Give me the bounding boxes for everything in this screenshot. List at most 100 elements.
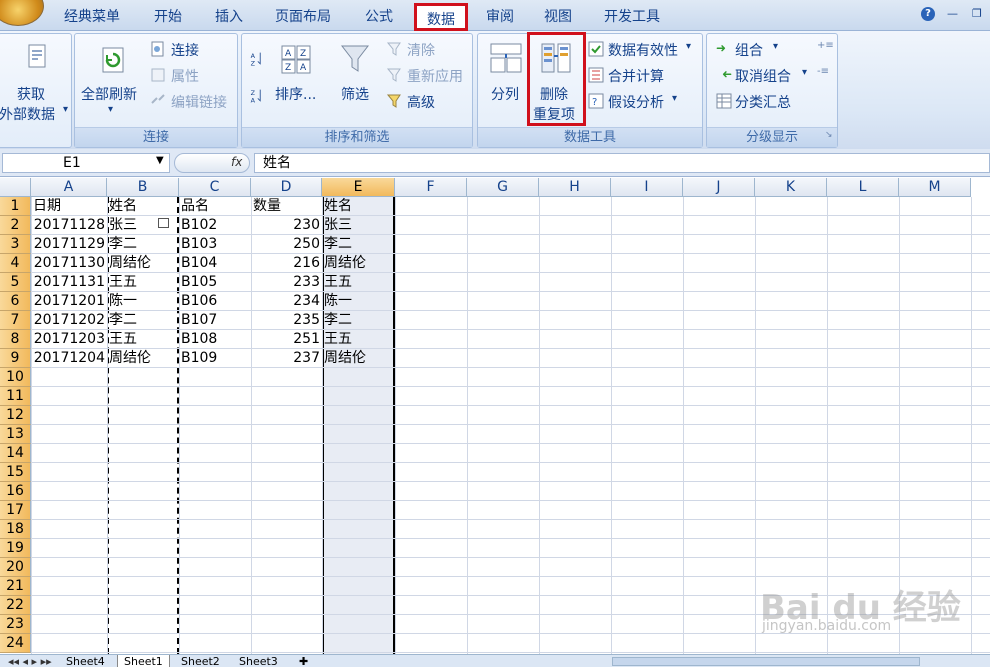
cell-b3[interactable]: 李二 [109, 235, 137, 254]
column-header-c[interactable]: C [179, 178, 251, 197]
subtotal-button[interactable]: 分类汇总 [735, 92, 791, 112]
tab-classic-menu[interactable]: 经典菜单 [64, 6, 120, 26]
cell-c3[interactable]: B103 [181, 235, 217, 254]
validation-dropdown-icon[interactable]: ▾ [686, 41, 691, 52]
minimize-icon[interactable]: — [947, 7, 958, 20]
cell-d9[interactable]: 237 [251, 349, 320, 368]
column-header-h[interactable]: H [539, 178, 611, 197]
row-header-8[interactable]: 8 [0, 330, 31, 349]
sheet-tab-sheet2[interactable]: Sheet2 [175, 655, 226, 667]
column-header-f[interactable]: F [395, 178, 467, 197]
sheet-nav-icons[interactable]: ◂◂ ◂ ▸ ▸▸ [2, 655, 58, 667]
row-header-18[interactable]: 18 [0, 520, 31, 539]
tab-review[interactable]: 审阅 [486, 6, 514, 26]
row-header-20[interactable]: 20 [0, 558, 31, 577]
column-header-e[interactable]: E [322, 178, 395, 197]
cell-a2[interactable]: 20171128 [31, 216, 105, 235]
cell-a7[interactable]: 20171202 [31, 311, 105, 330]
insert-function-icon[interactable]: fx [231, 155, 242, 169]
sort-asc-icon[interactable]: AZ [249, 51, 265, 67]
cell-c9[interactable]: B109 [181, 349, 217, 368]
row-header-11[interactable]: 11 [0, 387, 31, 406]
cell-a4[interactable]: 20171130 [31, 254, 105, 273]
tab-data[interactable]: 数据 [414, 3, 468, 31]
column-header-g[interactable]: G [467, 178, 539, 197]
consolidate-button[interactable]: 合并计算 [608, 66, 664, 86]
what-if-dropdown-icon[interactable]: ▾ [672, 93, 677, 104]
sheet-tab-sheet4[interactable]: Sheet4 [60, 655, 111, 667]
cell-c2[interactable]: B102 [181, 216, 217, 235]
cell-c5[interactable]: B105 [181, 273, 217, 292]
column-header-m[interactable]: M [899, 178, 971, 197]
cell-d2[interactable]: 230 [251, 216, 320, 235]
cell-a6[interactable]: 20171201 [31, 292, 105, 311]
name-box-dropdown-icon[interactable]: ▼ [156, 155, 164, 166]
tab-view[interactable]: 视图 [544, 6, 572, 26]
reapply-button[interactable]: 重新应用 [407, 66, 463, 86]
tab-insert[interactable]: 插入 [215, 6, 243, 26]
column-header-j[interactable]: J [683, 178, 755, 197]
cell-d7[interactable]: 235 [251, 311, 320, 330]
cell-b5[interactable]: 王五 [109, 273, 137, 292]
formula-input[interactable]: 姓名 [254, 153, 990, 173]
row-header-6[interactable]: 6 [0, 292, 31, 311]
cell-e6[interactable]: 陈一 [324, 292, 352, 311]
connections-button[interactable]: 连接 [171, 40, 199, 60]
cell-e9[interactable]: 周结伦 [324, 349, 366, 368]
row-header-16[interactable]: 16 [0, 482, 31, 501]
ungroup-dropdown-icon[interactable]: ▾ [802, 67, 807, 78]
cell-d3[interactable]: 250 [251, 235, 320, 254]
cell-d5[interactable]: 233 [251, 273, 320, 292]
row-header-22[interactable]: 22 [0, 596, 31, 615]
hide-detail-icon[interactable]: -≡ [817, 66, 829, 77]
filter-button[interactable]: 筛选 [341, 84, 369, 104]
row-header-13[interactable]: 13 [0, 425, 31, 444]
cell-c4[interactable]: B104 [181, 254, 217, 273]
properties-button[interactable]: 属性 [171, 66, 199, 86]
row-header-17[interactable]: 17 [0, 501, 31, 520]
edit-links-button[interactable]: 编辑链接 [171, 92, 227, 112]
column-header-k[interactable]: K [755, 178, 827, 197]
insert-sheet-icon[interactable]: ✚ [293, 655, 314, 667]
cell-b6[interactable]: 陈一 [109, 292, 137, 311]
cell-d6[interactable]: 234 [251, 292, 320, 311]
row-header-4[interactable]: 4 [0, 254, 31, 273]
cell-e7[interactable]: 李二 [324, 311, 352, 330]
cell-a9[interactable]: 20171204 [31, 349, 105, 368]
get-external-label-2[interactable]: 外部数据 [0, 104, 55, 124]
column-header-a[interactable]: A [31, 178, 107, 197]
row-header-3[interactable]: 3 [0, 235, 31, 254]
tab-formulas[interactable]: 公式 [365, 6, 393, 26]
dialog-launcher-icon[interactable]: ↘ [825, 130, 833, 140]
group-button[interactable]: 组合 [735, 40, 763, 60]
restore-icon[interactable]: ❐ [972, 7, 982, 20]
cell-d8[interactable]: 251 [251, 330, 320, 349]
clear-button[interactable]: 清除 [407, 40, 435, 60]
what-if-analysis-button[interactable]: 假设分析 [608, 92, 664, 112]
cell-e3[interactable]: 李二 [324, 235, 352, 254]
show-detail-icon[interactable]: +≡ [817, 40, 834, 51]
cell-b2[interactable]: 张三 [109, 216, 137, 235]
column-header-b[interactable]: B [107, 178, 179, 197]
row-header-1[interactable]: 1 [0, 197, 31, 216]
row-header-14[interactable]: 14 [0, 444, 31, 463]
refresh-dropdown-icon[interactable]: ▾ [108, 104, 113, 115]
column-header-d[interactable]: D [251, 178, 322, 197]
data-validation-button[interactable]: 数据有效性 [608, 40, 678, 60]
cell-b1[interactable]: 姓名 [109, 197, 137, 216]
row-header-5[interactable]: 5 [0, 273, 31, 292]
ungroup-button[interactable]: 取消组合 [735, 66, 791, 86]
row-header-15[interactable]: 15 [0, 463, 31, 482]
column-header-i[interactable]: I [611, 178, 683, 197]
cell-d4[interactable]: 216 [251, 254, 320, 273]
row-header-12[interactable]: 12 [0, 406, 31, 425]
cell-e2[interactable]: 张三 [324, 216, 352, 235]
horizontal-scrollbar[interactable] [612, 657, 920, 666]
cell-c6[interactable]: B106 [181, 292, 217, 311]
row-header-24[interactable]: 24 [0, 634, 31, 653]
cell-d1[interactable]: 数量 [253, 197, 281, 216]
row-header-2[interactable]: 2 [0, 216, 31, 235]
cell-c7[interactable]: B107 [181, 311, 217, 330]
sheet-tab-sheet3[interactable]: Sheet3 [233, 655, 284, 667]
group-dropdown-icon[interactable]: ▾ [773, 41, 778, 52]
